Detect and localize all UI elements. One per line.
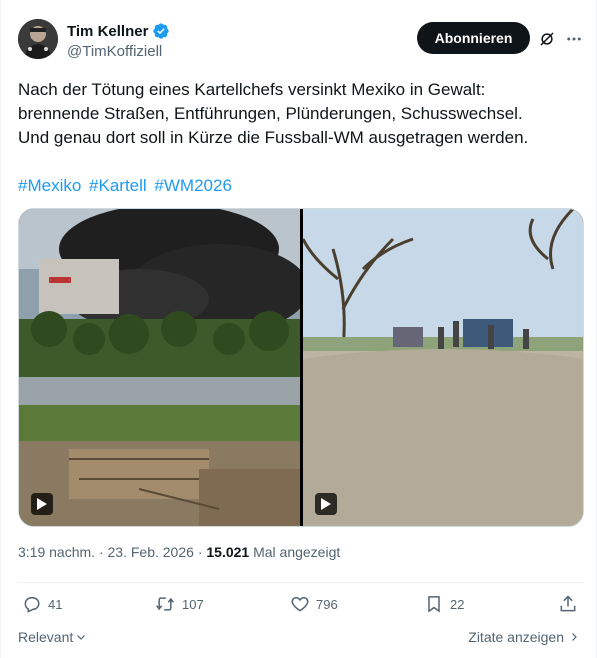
tweet-text: Nach der Tötung eines Kartellchefs versi… — [18, 78, 578, 150]
more-dots-icon[interactable] — [563, 28, 585, 50]
like-button[interactable]: 796 — [290, 594, 338, 614]
play-icon[interactable] — [315, 493, 337, 515]
bookmark-count: 22 — [450, 596, 465, 612]
video-thumbnail-left[interactable] — [19, 209, 300, 526]
bookmark-icon — [428, 596, 440, 613]
tweet-time[interactable]: 3:19 nachm. — [18, 544, 95, 560]
hashtag-link[interactable]: #WM2026 — [154, 176, 231, 195]
action-bar: 41 107 796 22 — [18, 594, 584, 618]
views-count: 15.021 — [206, 544, 250, 560]
repost-icon — [156, 597, 174, 611]
author-handle[interactable]: @TimKoffiziell — [67, 43, 162, 60]
bookmark-button[interactable]: 22 — [424, 594, 464, 614]
view-quotes-link[interactable]: Zitate anzeigen — [468, 629, 580, 645]
share-button[interactable] — [558, 594, 578, 614]
tweet-text-line: brennende Straßen, Entführungen, Plünder… — [18, 104, 523, 123]
video-thumbnail-right[interactable] — [303, 209, 583, 526]
hashtag-link[interactable]: #Kartell — [89, 176, 147, 195]
sort-label: Relevant — [18, 629, 74, 645]
grok-slash-icon[interactable] — [536, 28, 558, 50]
author-display-name[interactable]: Tim Kellner — [67, 23, 148, 40]
reply-button[interactable]: 41 — [22, 594, 62, 614]
sort-relevant-dropdown[interactable]: Relevant — [18, 629, 87, 645]
tweet-meta: 3:19 nachm. · 23. Feb. 2026 · 15.021 Mal… — [18, 544, 340, 560]
repost-button[interactable]: 107 — [154, 594, 204, 614]
heart-icon — [291, 596, 309, 612]
avatar[interactable] — [18, 19, 58, 59]
quotes-label: Zitate anzeigen — [468, 629, 564, 645]
tweet-text-line: Und genau dort soll in Kürze die Fussbal… — [18, 128, 529, 147]
views-label: Mal angezeigt — [253, 544, 341, 560]
tweet-date[interactable]: 23. Feb. 2026 — [108, 544, 194, 560]
chevron-right-icon — [572, 633, 577, 641]
reply-count: 41 — [48, 596, 63, 612]
repost-count: 107 — [182, 596, 204, 612]
play-icon[interactable] — [31, 493, 53, 515]
divider — [18, 582, 584, 583]
follow-button[interactable]: Abonnieren — [417, 22, 530, 54]
hashtag-link[interactable]: #Mexiko — [18, 176, 81, 195]
like-count: 796 — [316, 596, 338, 612]
author-name-row: Tim Kellner — [67, 22, 170, 40]
share-icon — [560, 595, 576, 612]
hashtag-list: #Mexiko #Kartell #WM2026 — [18, 174, 235, 198]
verified-badge-icon[interactable] — [152, 22, 170, 40]
tweet-card: Tim Kellner @TimKoffiziell Abonnieren Na… — [0, 0, 597, 658]
meta-separator: · — [98, 544, 108, 560]
media-grid — [18, 208, 584, 527]
reply-icon — [24, 597, 40, 613]
chevron-down-icon — [77, 635, 86, 640]
tweet-text-line: Nach der Tötung eines Kartellchefs versi… — [18, 80, 486, 99]
